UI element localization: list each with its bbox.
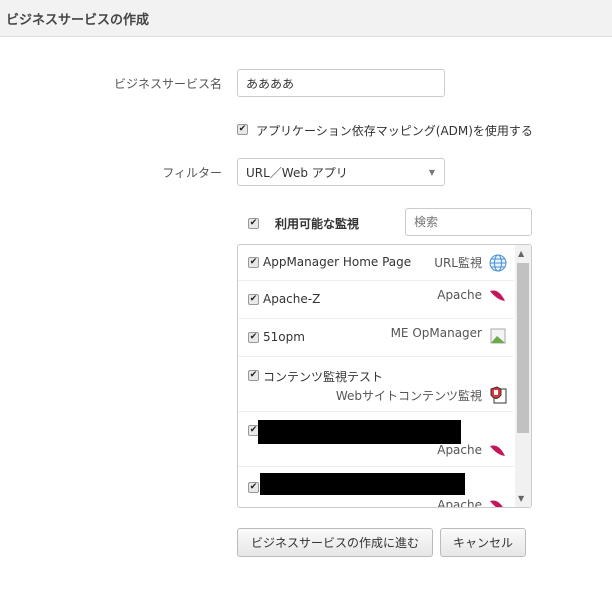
monitor-type: Apache — [437, 498, 482, 508]
chevron-down-icon: ▼ — [428, 167, 435, 177]
filter-value: URL／Web アプリ — [246, 165, 348, 180]
scrollbar-thumb[interactable] — [517, 263, 529, 433]
shield-icon — [488, 385, 508, 405]
monitor-type: Apache — [437, 443, 482, 457]
monitor-type: ME OpManager — [390, 326, 482, 340]
monitor-type: URL監視 — [434, 256, 482, 270]
list-item[interactable]: ✔ コンテンツ監視テスト Webサイトコンテンツ監視 — [238, 357, 514, 412]
scrollbar[interactable]: ▲ ▼ — [515, 245, 531, 507]
monitor-name: 51opm — [263, 330, 305, 344]
monitor-type: Apache — [437, 288, 482, 302]
monitor-type: Webサイトコンテンツ監視 — [335, 389, 482, 403]
monitor-name: Apache-Z — [263, 292, 321, 306]
page-title: ビジネスサービスの作成 — [6, 13, 150, 28]
monitor-name: AppManager Home Page — [263, 255, 412, 269]
list-item[interactable]: ✔ AppManager Home Page URL監視 — [238, 245, 514, 281]
available-monitors-label: 利用可能な監視 — [275, 217, 360, 231]
broken-image-icon — [488, 326, 508, 346]
monitor-checkbox[interactable]: ✔ — [248, 482, 259, 493]
monitor-list: ✔ AppManager Home Page URL監視 ✔ Apache-Z … — [237, 244, 532, 508]
list-item[interactable]: ✔ Apache — [238, 412, 514, 467]
adm-checkbox[interactable]: ✔ — [237, 124, 248, 135]
monitor-name: コンテンツ監視テスト — [263, 370, 384, 384]
scroll-up-icon[interactable]: ▲ — [518, 249, 524, 258]
monitor-checkbox[interactable]: ✔ — [248, 332, 259, 343]
list-item[interactable]: ✔ 51opm ME OpManager — [238, 319, 514, 357]
feather-icon — [488, 496, 508, 507]
feather-icon — [488, 441, 508, 461]
adm-label: アプリケーション依存マッピング(ADM)を使用する — [256, 124, 533, 138]
filter-select[interactable]: URL／Web アプリ ▼ — [237, 158, 445, 186]
list-item[interactable]: ✔ Apache — [238, 467, 514, 508]
monitor-checkbox[interactable]: ✔ — [248, 294, 259, 305]
service-name-label: ビジネスサービス名 — [113, 77, 222, 91]
redacted-name — [260, 473, 465, 495]
feather-icon — [488, 286, 508, 306]
redacted-name — [258, 420, 461, 444]
monitor-checkbox[interactable]: ✔ — [248, 257, 259, 268]
scroll-down-icon[interactable]: ▼ — [518, 494, 524, 503]
select-all-checkbox[interactable]: ✔ — [248, 218, 259, 229]
filter-label: フィルター — [162, 166, 222, 180]
create-business-service-button[interactable]: ビジネスサービスの作成に進む — [237, 528, 433, 557]
monitor-checkbox[interactable]: ✔ — [248, 370, 259, 381]
list-item[interactable]: ✔ Apache-Z Apache — [238, 281, 514, 319]
globe-icon — [488, 253, 508, 273]
search-input[interactable] — [405, 208, 532, 236]
service-name-input[interactable]: ああああ — [237, 69, 445, 97]
cancel-button[interactable]: キャンセル — [440, 528, 526, 557]
